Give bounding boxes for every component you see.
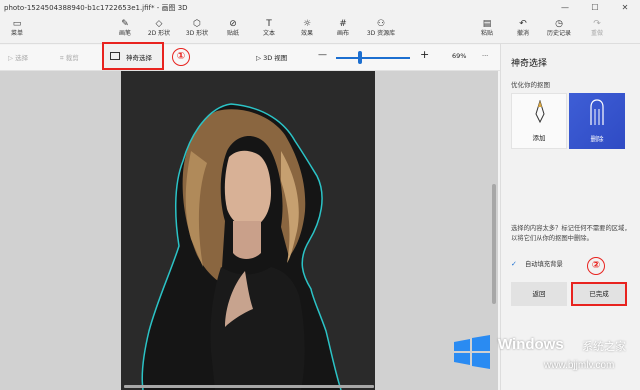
library-icon: ⚇ [376,19,386,29]
maximize-button[interactable]: ☐ [580,0,610,16]
history-icon: ◷ [555,19,563,29]
ribbon: ▭ 菜单 ✎ 画笔 ◇ 2D 形状 ⬡ 3D 形状 ⊘ 贴纸 T 文本 ☼ 效果… [0,16,640,44]
back-button[interactable]: 返回 [511,282,567,306]
autofill-background-checkbox[interactable]: ✓ 自动填充背景 [511,259,563,269]
menu-button[interactable]: ▭ 菜单 [2,18,32,38]
3d-view-toggle[interactable]: ▷ 3D 视图 [256,52,287,62]
select-tool[interactable]: ▷ 选择 [8,52,28,62]
watermark-cn: 系统之家 [582,341,626,353]
effects-tab[interactable]: ☼ 效果 [292,18,322,38]
zoom-out-button[interactable]: — [318,50,327,60]
panel-subtitle: 优化你的抠图 [511,81,550,89]
stickers-tab[interactable]: ⊘ 贴纸 [218,18,248,38]
undo-button[interactable]: ↶ 撤消 [508,18,538,38]
zoom-level: 69% [452,52,467,60]
brush-tab[interactable]: ✎ 画笔 [110,18,140,38]
crop-tool[interactable]: ⌗ 裁剪 [60,52,79,63]
3d-library-tab[interactable]: ⚇ 3D 资源库 [364,18,398,38]
portrait-image [121,71,375,390]
done-button[interactable]: 已完成 [571,282,627,306]
panel-title: 神奇选择 [511,59,548,69]
text-icon: T [266,19,272,29]
shapes-2d-icon: ◇ [155,19,163,29]
sun-icon: ☼ [302,19,312,29]
paste-button[interactable]: ▤ 粘贴 [472,18,502,38]
vertical-scrollbar-thumb[interactable] [492,184,496,304]
step-marker-2: ② [587,257,605,275]
zoom-slider[interactable] [336,57,410,59]
pencil-icon [535,100,545,124]
watermark-url: www.bjjmlv.com [544,360,615,371]
cube-icon: ⬡ [193,19,201,29]
magic-select-button[interactable]: 神奇选择 [102,42,164,70]
horizontal-scrollbar[interactable] [124,385,374,388]
zoom-in-button[interactable]: + [420,48,429,61]
checkmark-icon: ✓ [511,259,517,268]
minimize-button[interactable]: — [550,0,580,16]
panel-description: 选择的内容太多？标记任何不需要的区域，以将它们从你的抠图中删除。 [511,225,631,242]
canvas-icon: # [339,19,347,29]
windows-logo-icon [454,335,490,369]
eraser-icon [590,99,604,125]
watermark: Windows 系统之家 www.bjjmlv.com [446,334,638,388]
canvas-area[interactable] [0,71,498,390]
title-bar: photo-1524504388940-b1c1722653e1.jfif* -… [0,0,640,16]
clipboard-icon: ▤ [482,19,492,29]
brush-icon: ✎ [121,19,129,29]
step-marker-1: ① [172,48,190,66]
undo-icon: ↶ [519,19,527,29]
remove-tool[interactable]: 删除 [569,93,625,149]
shapes-3d-tab[interactable]: ⬡ 3D 形状 [182,18,212,38]
window-title: photo-1524504388940-b1c1722653e1.jfif* -… [4,4,188,12]
add-tool[interactable]: 添加 [511,93,567,149]
photo-canvas[interactable] [121,71,375,390]
magic-select-icon [110,52,120,60]
redo-button[interactable]: ↷ 重做 [582,18,612,38]
sticker-icon: ⊘ [229,19,237,29]
watermark-brand: Windows [498,336,564,353]
more-button[interactable]: ··· [482,52,488,60]
zoom-slider-thumb[interactable] [358,51,362,64]
close-button[interactable]: ✕ [610,0,640,16]
redo-icon: ↷ [593,19,601,29]
canvas-tab[interactable]: # 画布 [328,18,358,38]
history-button[interactable]: ◷ 历史记录 [544,18,574,38]
text-tab[interactable]: T 文本 [254,18,284,38]
folder-icon: ▭ [12,19,22,29]
shapes-2d-tab[interactable]: ◇ 2D 形状 [144,18,174,38]
toolbar: ▷ 选择 ⌗ 裁剪 ▷ 3D 视图 — + 69% ··· [0,45,500,71]
